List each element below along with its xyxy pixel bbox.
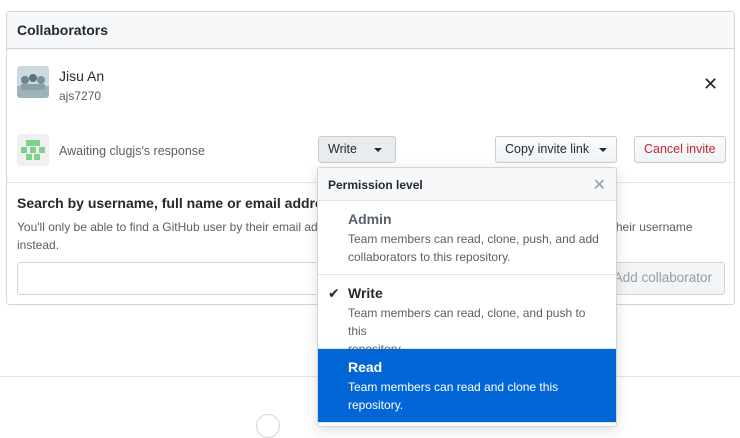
option-title: Read (348, 359, 383, 375)
option-desc-line: Team members can read, clone, push, and … (348, 232, 599, 246)
option-desc-line: repository. (348, 398, 404, 412)
permission-select-button[interactable]: Write (318, 136, 396, 163)
remove-collaborator-icon[interactable]: ✕ (703, 75, 718, 93)
option-description: Team members can read and clone this rep… (348, 378, 606, 414)
option-title: Write (348, 285, 383, 301)
collaborator-name[interactable]: Jisu An (59, 68, 104, 84)
option-desc-line: collaborators to this repository. (348, 250, 511, 264)
copy-invite-link-label: Copy invite link (505, 142, 590, 156)
chevron-down-icon (374, 147, 383, 152)
chevron-down-icon (598, 147, 607, 152)
collaborator-login: ajs7270 (59, 89, 102, 103)
option-description: Team members can read, clone, push, and … (348, 230, 606, 266)
invite-status: Awaiting clugjs's response (59, 144, 205, 158)
permission-option-admin[interactable]: Admin Team members can read, clone, push… (318, 201, 616, 275)
avatar-photo (17, 66, 49, 98)
search-heading: Search by username, full name or email a… (17, 195, 339, 211)
option-title: Admin (348, 211, 392, 227)
check-icon: ✔ (328, 285, 340, 301)
invite-avatar (17, 134, 49, 166)
avatar[interactable] (17, 66, 49, 98)
option-desc-line: Team members can read, clone, and push t… (348, 306, 586, 338)
dropdown-header: Permission level ✕ (318, 168, 616, 201)
permission-option-read[interactable]: Read Team members can read and clone thi… (318, 349, 616, 423)
cancel-invite-button[interactable]: Cancel invite (634, 136, 726, 163)
footer-logo-icon (256, 414, 280, 438)
option-desc-line: Team members can read and clone this (348, 380, 559, 394)
identicon-icon (17, 134, 49, 166)
copy-invite-link-button[interactable]: Copy invite link (495, 136, 617, 163)
permission-dropdown: Permission level ✕ Admin Team members ca… (317, 167, 617, 427)
permission-select-label: Write (328, 142, 357, 156)
close-icon[interactable]: ✕ (593, 175, 606, 195)
panel-title: Collaborators (7, 12, 734, 49)
dropdown-title: Permission level (328, 178, 423, 192)
permission-option-write[interactable]: ✔ Write Team members can read, clone, an… (318, 275, 616, 356)
